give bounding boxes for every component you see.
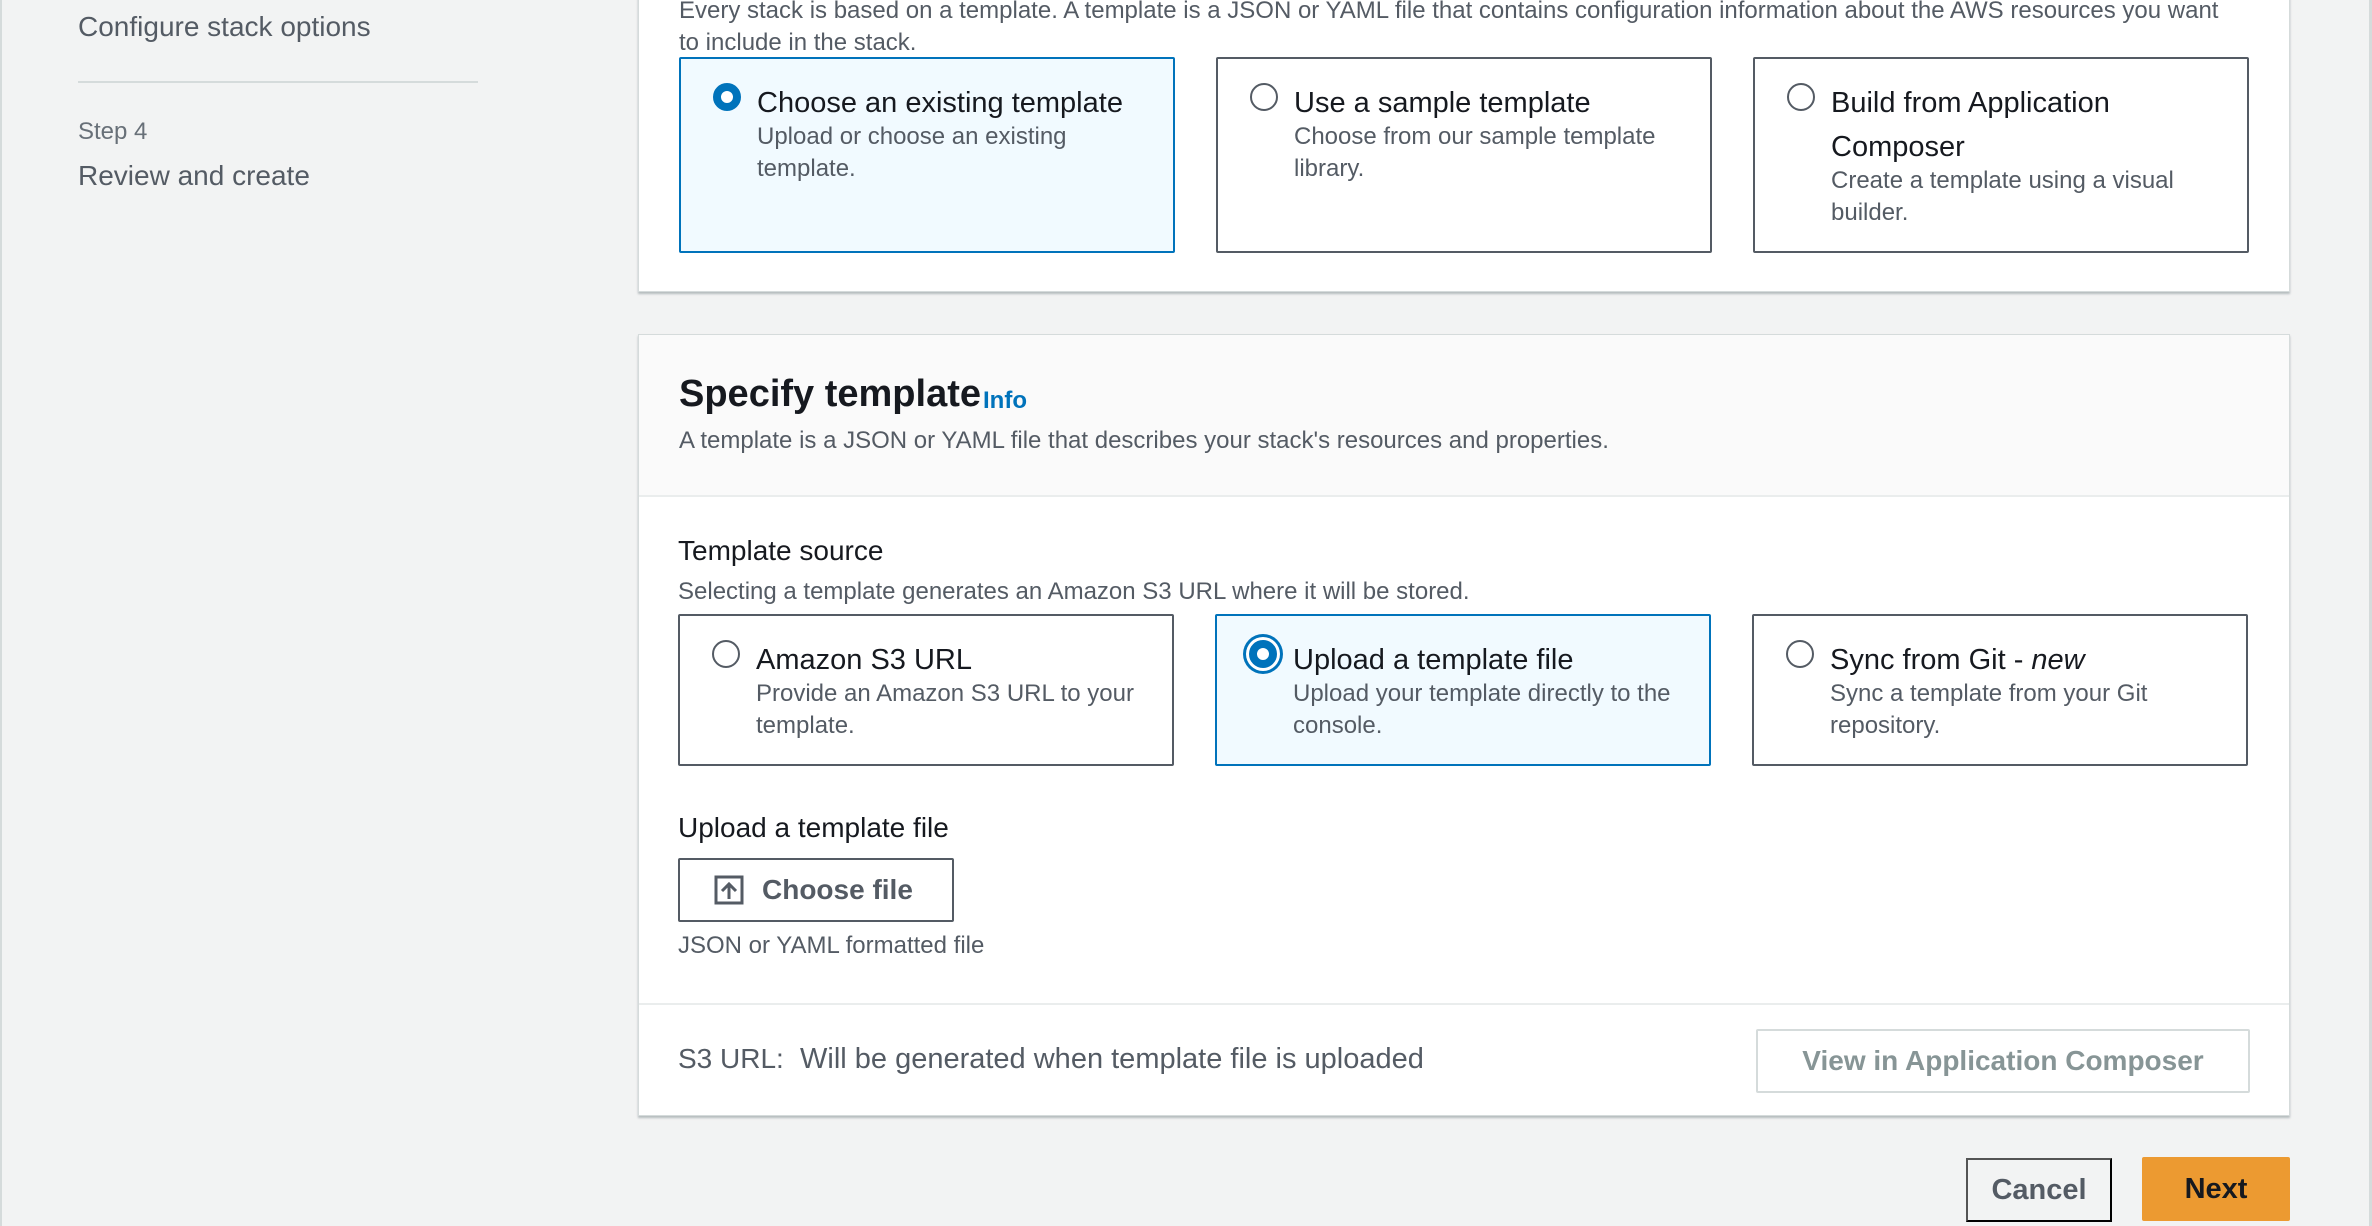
option-title: Choose an existing template [757, 87, 1123, 119]
template-source-label: Template source [678, 535, 884, 566]
source-sync-git[interactable]: Sync from Git - new Sync a template from… [1752, 614, 2248, 766]
option-application-composer[interactable]: Build from Application Composer Create a… [1753, 57, 2249, 253]
radio-unchecked-icon[interactable] [1787, 83, 1815, 111]
new-tag: new [2031, 644, 2085, 676]
upload-hint: JSON or YAML formatted file [678, 932, 985, 959]
cancel-button[interactable]: Cancel [1966, 1158, 2112, 1222]
radio-checked-icon[interactable] [713, 83, 741, 111]
source-title: Amazon S3 URL [756, 638, 1156, 682]
source-title: Sync from Git - new [1830, 638, 2230, 682]
upload-icon [714, 875, 744, 905]
view-in-composer-button[interactable]: View in Application Composer [1756, 1029, 2250, 1093]
option-description: Choose from our sample template library. [1294, 123, 1656, 182]
source-title: Upload a template file [1293, 638, 1693, 682]
step-3-title[interactable]: Configure stack options [78, 11, 371, 43]
step-divider [78, 81, 478, 83]
prerequisite-panel: Every stack is based on a template. A te… [638, 0, 2290, 292]
radio-unchecked-icon[interactable] [1250, 83, 1278, 111]
step-4-title[interactable]: Review and create [78, 160, 310, 192]
footer-divider [639, 1003, 2289, 1005]
step-4-label: Step 4 [78, 118, 148, 145]
source-description: Upload your template directly to the con… [1293, 680, 1671, 739]
option-existing-template[interactable]: Choose an existing template Upload or ch… [679, 57, 1175, 253]
prerequisite-description: Every stack is based on a template. A te… [679, 0, 2219, 56]
source-title-text: Amazon S3 URL [756, 644, 972, 676]
template-source-description: Selecting a template generates an Amazon… [678, 578, 1470, 605]
radio-unchecked-icon[interactable] [1786, 640, 1814, 668]
option-sample-template[interactable]: Use a sample template Choose from our sa… [1216, 57, 1712, 253]
radio-unchecked-icon[interactable] [712, 640, 740, 668]
source-description: Provide an Amazon S3 URL to your templat… [756, 680, 1134, 739]
choose-file-label: Choose file [762, 874, 913, 905]
choose-file-button[interactable]: Choose file [678, 858, 954, 922]
source-description: Sync a template from your Git repository… [1830, 680, 2148, 739]
next-button[interactable]: Next [2142, 1157, 2290, 1221]
source-title-text: Sync from Git - [1830, 644, 2032, 676]
section-description: A template is a JSON or YAML file that d… [679, 427, 1609, 454]
upload-file-label: Upload a template file [678, 812, 949, 843]
source-upload-file[interactable]: Upload a template file Upload your templ… [1215, 614, 1711, 766]
option-title: Use a sample template [1294, 87, 1591, 119]
option-description: Create a template using a visual builder… [1831, 167, 2174, 226]
panel-header: Specify template Info A template is a JS… [639, 335, 2289, 497]
left-edge [0, 0, 2, 1226]
radio-checked-icon[interactable] [1249, 640, 1277, 668]
source-title-text: Upload a template file [1293, 644, 1574, 676]
option-title: Build from Application Composer [1831, 87, 2110, 163]
s3-url-label: S3 URL: [678, 1043, 784, 1074]
source-s3-url[interactable]: Amazon S3 URL Provide an Amazon S3 URL t… [678, 614, 1174, 766]
s3-url-value: Will be generated when template file is … [800, 1043, 1424, 1075]
section-heading: Specify template [679, 373, 981, 415]
info-link[interactable]: Info [983, 387, 1027, 415]
option-description: Upload or choose an existing template. [757, 123, 1067, 182]
